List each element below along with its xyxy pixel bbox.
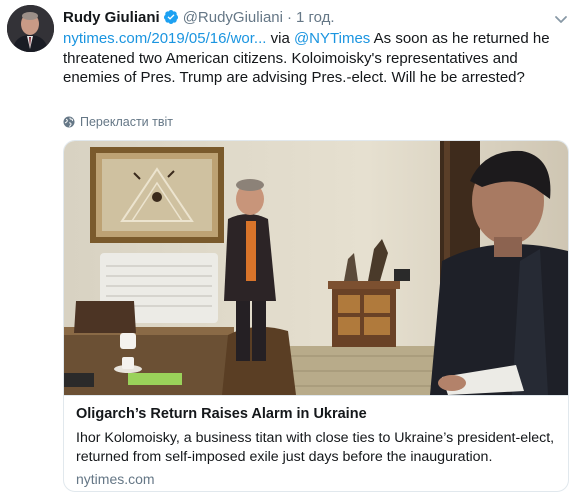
translate-label: Перекласти твіт [80, 115, 173, 129]
timestamp[interactable]: 1 год. [296, 9, 335, 26]
avatar-photo [7, 5, 54, 52]
card-domain: nytimes.com [76, 471, 155, 487]
tweet-header: Rudy Giuliani @RudyGiuliani · 1 год. [63, 6, 335, 28]
avatar[interactable] [7, 5, 54, 52]
article-link[interactable]: nytimes.com/2019/05/16/wor... [63, 30, 266, 47]
via-handle-link[interactable]: @NYTimes [294, 30, 370, 47]
card-image[interactable] [64, 141, 568, 395]
globe-icon [63, 116, 75, 128]
chevron-down-icon[interactable] [554, 12, 568, 23]
card-body[interactable]: Oligarch’s Return Raises Alarm in Ukrain… [64, 395, 568, 491]
translate-tweet-button[interactable]: Перекласти твіт [63, 114, 173, 130]
via-text: via [266, 30, 294, 47]
user-handle[interactable]: @RudyGiuliani [183, 9, 283, 26]
link-card[interactable]: Oligarch’s Return Raises Alarm in Ukrain… [63, 140, 569, 492]
card-description: Ihor Kolomoisky, a business titan with c… [76, 430, 555, 465]
article-photo [64, 141, 568, 395]
display-name[interactable]: Rudy Giuliani [63, 9, 160, 26]
tweet[interactable]: Rudy Giuliani @RudyGiuliani · 1 год. nyt… [0, 0, 579, 496]
verified-badge-icon [163, 9, 179, 25]
card-title: Oligarch’s Return Raises Alarm in Ukrain… [76, 406, 367, 422]
separator-dot: · [286, 8, 292, 26]
tweet-text: nytimes.com/2019/05/16/wor... via @NYTim… [63, 29, 563, 88]
